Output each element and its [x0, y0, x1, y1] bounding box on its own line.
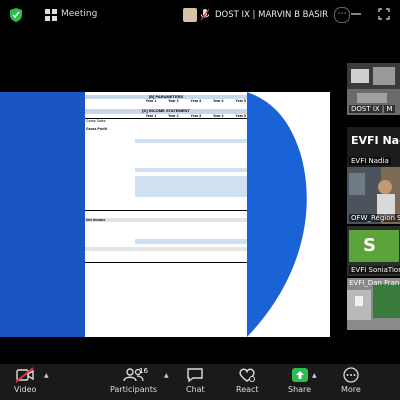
participant-tile[interactable]: EVFI_Dan Fran: [347, 278, 400, 330]
video-button[interactable]: Video: [14, 367, 36, 394]
participant-name: EVFI_Dan Fran: [349, 279, 400, 287]
sharer-name: DOST IX | MARVIN B BASIR: [215, 10, 329, 20]
top-bar: Meeting DOST IX | MARVIN B BASIR ⋯: [0, 0, 400, 30]
bottom-toolbar: Video ▲ Participants 16 ▲ Chat React Sha…: [0, 364, 400, 400]
year-header: Year 4: [212, 99, 224, 104]
sharer-avatar: [183, 8, 197, 22]
react-button[interactable]: React: [236, 367, 259, 394]
participant-name: EVFI SoniaTion: [349, 266, 400, 274]
participant-tile[interactable]: EVFI Nadia EVFI Nadia: [347, 127, 400, 167]
share-options-caret-icon[interactable]: ▲: [312, 372, 317, 379]
more-button[interactable]: More: [341, 367, 361, 394]
video-off-icon: [15, 367, 34, 383]
parameters-year-header: Year 1 Year 2 Year 3 Year 4 Year 5: [85, 99, 247, 103]
react-heart-icon: [239, 368, 256, 382]
sharing-indicator[interactable]: DOST IX | MARVIN B BASIR ⋯: [183, 5, 351, 25]
year-header: Year 2: [168, 113, 179, 118]
share-button[interactable]: Share: [288, 367, 311, 394]
participants-count: 16: [139, 367, 148, 375]
security-shield-icon[interactable]: [10, 8, 22, 22]
meeting-label: Meeting: [61, 9, 98, 19]
table-row: [85, 239, 248, 244]
participant-display-name: EVFI Nadia: [351, 134, 400, 147]
year-header: Year 2: [168, 99, 179, 104]
more-options-icon[interactable]: ⋯: [334, 7, 351, 23]
fullscreen-icon[interactable]: [378, 8, 390, 20]
more-icon: [343, 367, 359, 383]
participants-options-caret-icon[interactable]: ▲: [164, 372, 169, 379]
participant-name: OFW_Region 9: [349, 214, 400, 222]
spreadsheet: [B] PARAMETERS Year 1 Year 2 Year 3 Year…: [85, 92, 248, 337]
more-label: More: [341, 385, 361, 394]
participant-name: DOST IX | M: [349, 105, 395, 113]
participant-initial-avatar: S: [349, 230, 399, 262]
table-row: [85, 258, 247, 264]
year-header: Year 5: [235, 113, 247, 118]
chat-button[interactable]: Chat: [186, 367, 205, 394]
chat-icon: [187, 368, 204, 383]
shared-screen: [B] PARAMETERS Year 1 Year 2 Year 3 Year…: [0, 92, 330, 337]
microphone-muted-icon: [201, 9, 209, 21]
share-label: Share: [288, 385, 312, 394]
video-label: Video: [14, 385, 37, 394]
year-header: Year 4: [212, 113, 224, 118]
chat-label: Chat: [186, 385, 205, 394]
participant-tile[interactable]: OFW_Region 9: [347, 167, 400, 224]
minimize-icon[interactable]: [350, 8, 362, 20]
view-grid-icon[interactable]: [45, 9, 57, 21]
participant-tile[interactable]: S EVFI SoniaTion: [347, 226, 400, 276]
year-header: Year 1: [145, 99, 157, 104]
react-label: React: [236, 385, 259, 394]
video-options-caret-icon[interactable]: ▲: [44, 372, 49, 379]
participant-tile[interactable]: DOST IX | M: [347, 63, 400, 115]
year-header: Year 1: [145, 113, 157, 118]
participant-name: EVFI Nadia: [349, 157, 391, 165]
year-header: Year 3: [190, 113, 202, 118]
participants-label: Participants: [110, 385, 157, 394]
year-header: Year 3: [190, 99, 202, 104]
year-header: Year 5: [235, 99, 247, 104]
share-screen-icon: [291, 368, 308, 382]
participants-button[interactable]: Participants: [110, 367, 157, 394]
